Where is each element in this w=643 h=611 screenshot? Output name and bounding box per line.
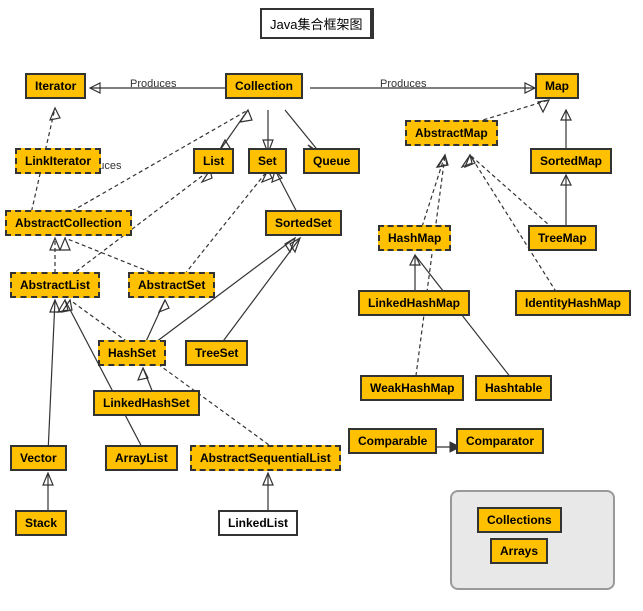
hashmap-label: HashMap (388, 231, 441, 245)
stack-node: Stack (15, 510, 67, 536)
treeset-label: TreeSet (195, 346, 238, 360)
abstractcollection-node: AbstractCollection (5, 210, 132, 236)
treeset-node: TreeSet (185, 340, 248, 366)
iterator-label: Iterator (35, 79, 76, 93)
linkedhashmap-label: LinkedHashMap (368, 296, 460, 310)
queue-label: Queue (313, 154, 350, 168)
hashset-node: HashSet (98, 340, 166, 366)
arrays-node: Arrays (490, 538, 548, 564)
sortedmap-label: SortedMap (540, 154, 602, 168)
produces-label-1: Produces (130, 78, 176, 90)
map-label: Map (545, 79, 569, 93)
identityhashmap-label: IdentityHashMap (525, 296, 621, 310)
collections-label: Collections (487, 513, 552, 527)
iterator-node: Iterator (25, 73, 86, 99)
linkedhashset-label: LinkedHashSet (103, 396, 190, 410)
collection-label: Collection (235, 79, 293, 93)
abstractsequentiallist-label: AbstractSequentialList (200, 451, 331, 465)
abstractmap-node: AbstractMap (405, 120, 498, 146)
sortedmap-node: SortedMap (530, 148, 612, 174)
linkiterator-node: LinkIterator (15, 148, 101, 174)
abstractmap-label: AbstractMap (415, 126, 488, 140)
linkiterator-label: LinkIterator (25, 154, 91, 168)
hashmap-node: HashMap (378, 225, 451, 251)
hashtable-label: Hashtable (485, 381, 542, 395)
abstractsequentiallist-node: AbstractSequentialList (190, 445, 341, 471)
collections-node: Collections (477, 507, 562, 533)
vector-node: Vector (10, 445, 67, 471)
hashtable-node: Hashtable (475, 375, 552, 401)
sortedset-node: SortedSet (265, 210, 342, 236)
linkedlist-label: LinkedList (228, 516, 288, 530)
arraylist-label: ArrayList (115, 451, 168, 465)
linkedlist-node: LinkedList (218, 510, 298, 536)
identityhashmap-node: IdentityHashMap (515, 290, 631, 316)
map-node: Map (535, 73, 579, 99)
treemap-label: TreeMap (538, 231, 587, 245)
sortedset-label: SortedSet (275, 216, 332, 230)
comparator-node: Comparator (456, 428, 544, 454)
weakhashmap-label: WeakHashMap (370, 381, 454, 395)
linkedhashmap-node: LinkedHashMap (358, 290, 470, 316)
legend-box: Collections Arrays (450, 490, 615, 590)
treemap-node: TreeMap (528, 225, 597, 251)
arraylist-node: ArrayList (105, 445, 178, 471)
stack-label: Stack (25, 516, 57, 530)
abstractcollection-label: AbstractCollection (15, 216, 122, 230)
queue-node: Queue (303, 148, 360, 174)
abstractlist-label: AbstractList (20, 278, 90, 292)
hashset-label: HashSet (108, 346, 156, 360)
abstractset-node: AbstractSet (128, 272, 215, 298)
weakhashmap-node: WeakHashMap (360, 375, 464, 401)
arrays-label: Arrays (500, 544, 538, 558)
set-label: Set (258, 154, 277, 168)
collection-node: Collection (225, 73, 303, 99)
list-node: List (193, 148, 234, 174)
produces-label-2: Produces (380, 78, 426, 90)
list-label: List (203, 154, 224, 168)
diagram-container: Java集合框架图 (0, 0, 643, 611)
comparator-label: Comparator (466, 434, 534, 448)
title-text: Java集合框架图 (270, 17, 362, 32)
comparable-node: Comparable (348, 428, 437, 454)
comparable-label: Comparable (358, 434, 427, 448)
abstractset-label: AbstractSet (138, 278, 205, 292)
abstractlist-node: AbstractList (10, 272, 100, 298)
vector-label: Vector (20, 451, 57, 465)
set-node: Set (248, 148, 287, 174)
linkedhashset-node: LinkedHashSet (93, 390, 200, 416)
title-node: Java集合框架图 (260, 8, 372, 39)
